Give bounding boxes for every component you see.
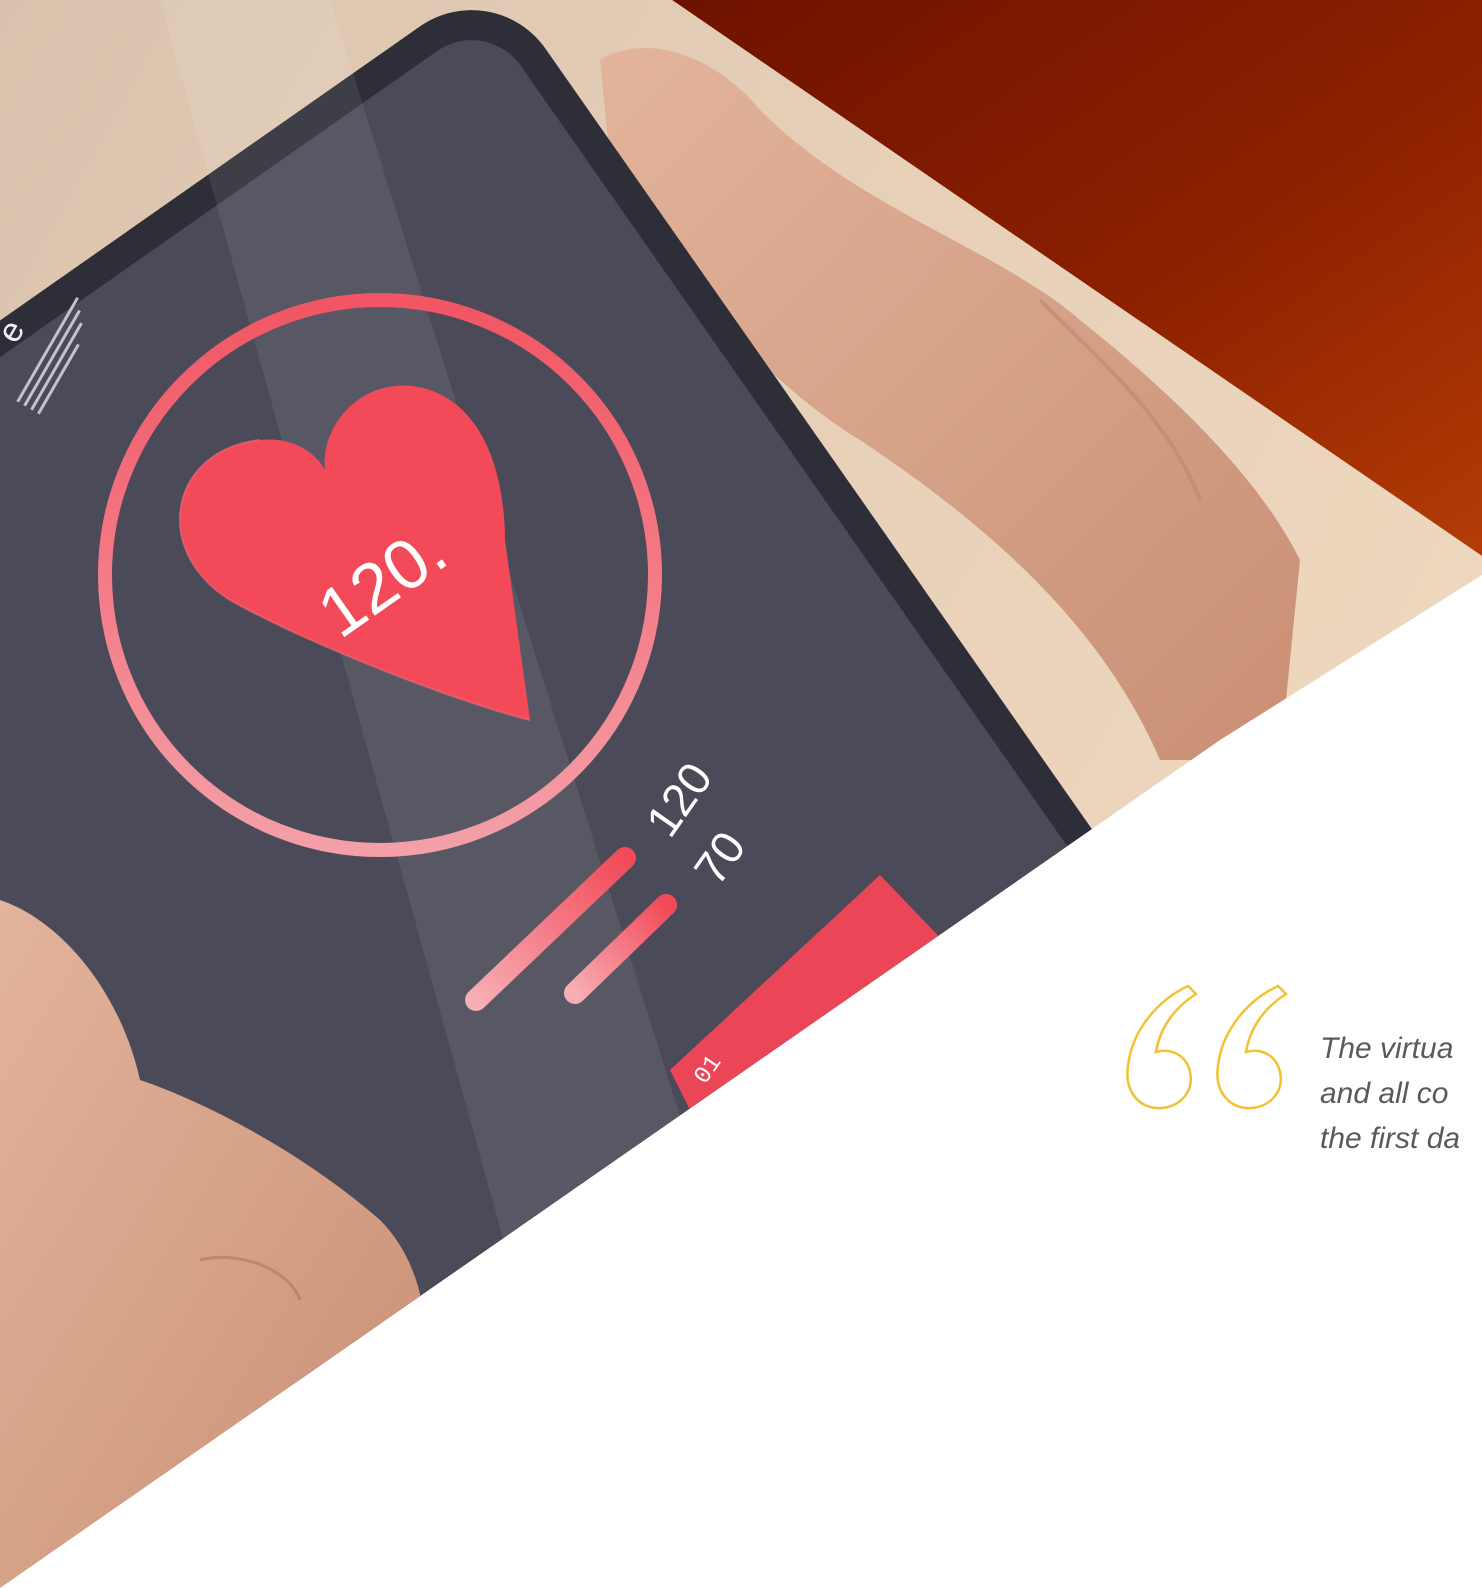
testimonial-quote: The virtua and all co the first da [1118, 978, 1482, 1208]
quote-line: The virtua [1320, 1032, 1454, 1065]
hero-backdrop: e 120. 120 70 01 [0, 0, 1482, 1588]
quote-line: the first da [1320, 1122, 1461, 1155]
quote-icon [1126, 984, 1288, 1110]
quote-text: The virtua and all co the first da [1320, 1026, 1480, 1161]
quote-line: and all co [1320, 1077, 1449, 1110]
